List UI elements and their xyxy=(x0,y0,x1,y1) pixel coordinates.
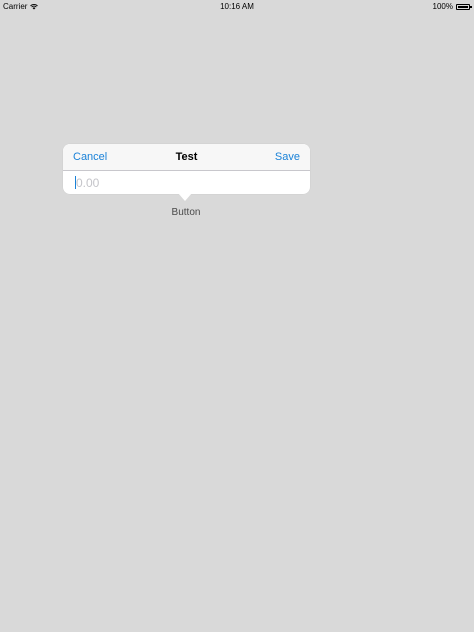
amount-input[interactable] xyxy=(73,175,296,190)
status-time: 10:16 AM xyxy=(220,2,254,11)
battery-percent: 100% xyxy=(432,2,453,11)
battery-area: 100% xyxy=(432,2,472,11)
text-caret xyxy=(75,176,76,189)
battery-icon xyxy=(456,3,472,10)
popover: Cancel Test Save xyxy=(63,144,310,194)
battery-fill xyxy=(458,5,468,8)
save-button[interactable]: Save xyxy=(275,151,300,163)
popover-arrow xyxy=(178,193,192,201)
popover-navbar: Cancel Test Save xyxy=(63,144,310,171)
cancel-button[interactable]: Cancel xyxy=(73,151,107,163)
battery-nub xyxy=(470,5,472,8)
anchor-button[interactable]: Button xyxy=(160,205,212,219)
status-bar: Carrier 10:16 AM 100% xyxy=(0,0,474,13)
